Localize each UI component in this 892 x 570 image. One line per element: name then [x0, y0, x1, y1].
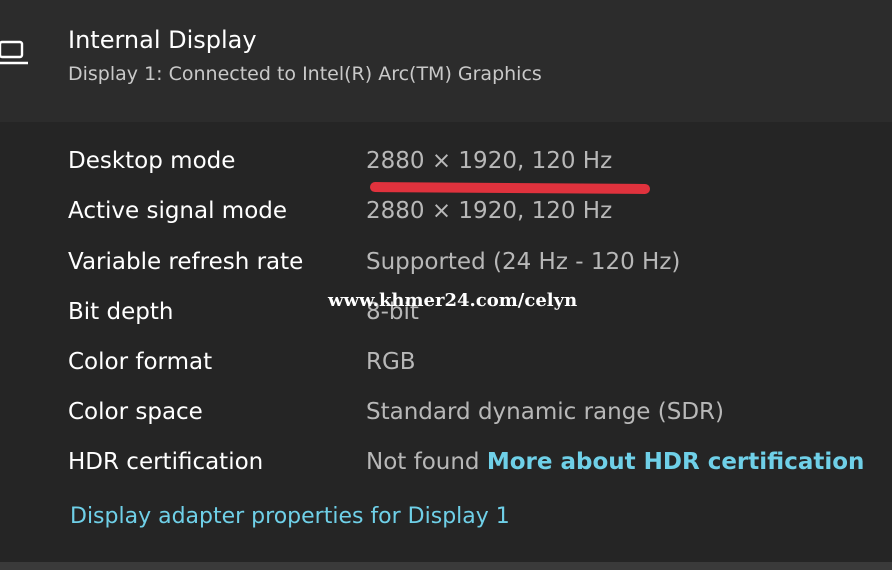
detail-label: Active signal mode	[68, 198, 288, 224]
display-info-page: Internal Display Display 1: Connected to…	[0, 0, 892, 570]
watermark-text: www.khmer24.com/celyn	[328, 290, 578, 311]
detail-value: Standard dynamic range (SDR)	[366, 399, 725, 425]
laptop-icon	[0, 40, 28, 65]
display-subtitle: Display 1: Connected to Intel(R) Arc(TM)…	[68, 63, 542, 85]
detail-value: 2880 × 1920, 120 Hz	[366, 148, 613, 174]
detail-label: HDR certification	[68, 449, 264, 475]
detail-label: Color space	[68, 399, 203, 425]
display-title: Internal Display	[68, 26, 257, 54]
section-divider	[0, 562, 892, 570]
detail-row-hdr-certification: HDR certification Not found More about H…	[0, 449, 892, 489]
detail-row-variable-refresh-rate: Variable refresh rate Supported (24 Hz -…	[0, 249, 892, 289]
display-adapter-properties-link[interactable]: Display adapter properties for Display 1	[70, 504, 510, 529]
detail-label: Desktop mode	[68, 148, 236, 174]
red-underline-annotation	[369, 182, 651, 194]
detail-value: Supported (24 Hz - 120 Hz)	[366, 249, 681, 275]
hdr-status-text: Not found	[366, 449, 480, 475]
detail-row-color-space: Color space Standard dynamic range (SDR)	[0, 399, 892, 439]
detail-value: 2880 × 1920, 120 Hz	[366, 198, 613, 224]
detail-label: Bit depth	[68, 299, 174, 325]
detail-value: Not found More about HDR certification	[366, 449, 864, 475]
display-header: Internal Display Display 1: Connected to…	[0, 0, 892, 122]
detail-value: RGB	[366, 349, 416, 375]
detail-label: Variable refresh rate	[68, 249, 304, 275]
hdr-certification-link[interactable]: More about HDR certification	[487, 449, 865, 475]
detail-label: Color format	[68, 349, 213, 375]
detail-row-active-signal-mode: Active signal mode 2880 × 1920, 120 Hz	[0, 198, 892, 238]
detail-row-color-format: Color format RGB	[0, 349, 892, 389]
